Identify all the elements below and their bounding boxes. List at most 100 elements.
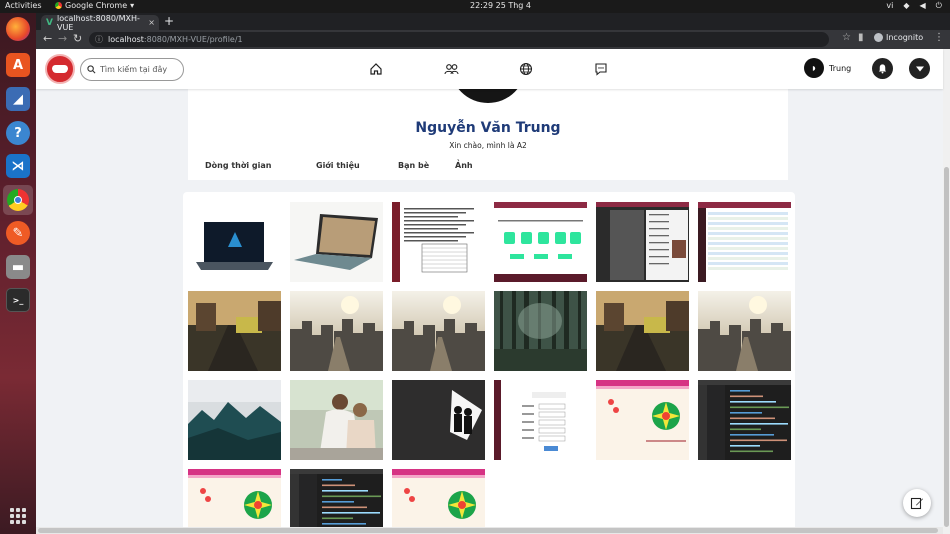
files-icon[interactable]: ▬ — [6, 255, 30, 279]
photo-thumbnail — [392, 291, 485, 371]
terminal-icon[interactable]: >_ — [6, 288, 30, 312]
gallery-photo[interactable] — [392, 380, 485, 460]
address-bar[interactable]: ⓘ localhost :8080/MXH-VUE/profile/1 — [89, 32, 829, 47]
messages-icon[interactable] — [592, 60, 610, 78]
clock[interactable]: 22:29 25 Thg 4 — [470, 1, 531, 10]
volume-icon[interactable]: ◀ — [920, 1, 926, 11]
gallery-photo[interactable] — [392, 291, 485, 371]
home-icon[interactable] — [367, 60, 385, 78]
vue-favicon-icon: V — [46, 17, 53, 28]
gallery-photo[interactable] — [392, 202, 485, 282]
profile-name: Nguyễn Văn Trung — [415, 120, 561, 136]
gallery-photo[interactable] — [290, 202, 383, 282]
browser-menu-icon[interactable]: ⋮ — [934, 32, 944, 43]
search-box[interactable] — [80, 58, 184, 81]
reload-icon[interactable]: ↻ — [73, 32, 82, 46]
wireshark-icon[interactable]: ◢ — [6, 87, 30, 111]
gallery-photo[interactable] — [188, 380, 281, 460]
photo-thumbnail — [188, 469, 281, 534]
edit-post-button[interactable] — [903, 489, 931, 517]
forward-arrow-icon[interactable]: → — [58, 32, 67, 46]
new-tab-button[interactable]: + — [164, 15, 174, 28]
info-icon[interactable]: ⓘ — [95, 34, 103, 45]
photo-gallery — [183, 192, 795, 534]
incognito-indicator[interactable]: Incognito — [874, 33, 923, 42]
hscroll-thumb[interactable] — [38, 528, 938, 533]
tab-friends[interactable]: Bạn bè — [398, 161, 455, 170]
photo-thumbnail — [596, 291, 689, 371]
postman-icon[interactable]: ✎ — [6, 221, 30, 245]
gallery-photo[interactable] — [188, 469, 281, 534]
gallery-photo[interactable] — [188, 291, 281, 371]
extension-icon[interactable]: ▮ — [858, 32, 864, 43]
app-menu-label: Google Chrome — [65, 1, 128, 10]
close-tab-icon[interactable]: × — [148, 18, 155, 27]
search-input[interactable] — [100, 65, 180, 74]
photo-thumbnail — [494, 380, 587, 460]
gallery-photo[interactable] — [290, 469, 383, 534]
gallery-photo[interactable] — [494, 202, 587, 282]
gallery-photo[interactable] — [596, 291, 689, 371]
gallery-photo[interactable] — [698, 380, 791, 460]
gallery-photo[interactable] — [392, 469, 485, 534]
tab-timeline[interactable]: Dòng thời gian — [205, 161, 316, 170]
system-tray[interactable]: vi ◆ ◀ ⏻ — [886, 1, 942, 11]
language-indicator[interactable]: vi — [886, 1, 893, 11]
gallery-photo[interactable] — [494, 380, 587, 460]
gallery-photo[interactable] — [290, 380, 383, 460]
profile-tabs: Dòng thời gian Giới thiệu Bạn bè Ảnh — [205, 161, 473, 170]
gallery-photo[interactable] — [596, 380, 689, 460]
photo-thumbnail — [290, 469, 383, 534]
tab-about[interactable]: Giới thiệu — [316, 161, 398, 170]
gallery-photo[interactable] — [698, 202, 791, 282]
horizontal-scrollbar[interactable] — [36, 527, 943, 534]
chrome-small-icon — [55, 2, 62, 9]
user-name: Trung — [829, 63, 852, 73]
profile-card: Nguyễn Văn Trung Xin chào, mình là A2 Dò… — [188, 49, 788, 180]
show-apps-icon[interactable] — [10, 508, 26, 524]
app-logo[interactable] — [45, 54, 75, 84]
tab-photos[interactable]: Ảnh — [455, 161, 473, 170]
edit-icon — [910, 497, 923, 510]
browser-tab-bar: V localhost:8080/MXH-VUE × + — [36, 13, 950, 32]
avatar: ◗ — [804, 58, 824, 78]
app-menu[interactable]: Google Chrome ▾ — [55, 1, 134, 10]
app-header: ◗ Trung — [36, 49, 943, 89]
friends-icon[interactable] — [442, 60, 460, 78]
vscode-icon[interactable]: ⋊ — [6, 154, 30, 178]
photo-thumbnail — [290, 291, 383, 371]
help-icon[interactable]: ? — [6, 121, 30, 145]
lips-icon — [52, 65, 68, 73]
caret-down-icon — [915, 66, 924, 71]
account-dropdown-button[interactable] — [909, 58, 930, 79]
gallery-photo[interactable] — [596, 202, 689, 282]
gallery-photo[interactable] — [698, 291, 791, 371]
vertical-scrollbar[interactable] — [943, 49, 950, 534]
photo-thumbnail — [494, 291, 587, 371]
software-center-icon[interactable]: A — [6, 53, 30, 77]
gallery-photo[interactable] — [494, 291, 587, 371]
chrome-icon[interactable] — [3, 185, 33, 215]
notifications-button[interactable] — [872, 58, 893, 79]
back-arrow-icon[interactable]: ← — [43, 32, 52, 46]
profile-bio: Xin chào, mình là A2 — [449, 141, 527, 150]
scrollbar-thumb[interactable] — [944, 167, 949, 527]
photo-thumbnail — [392, 202, 485, 282]
user-menu[interactable]: ◗ Trung — [804, 58, 851, 78]
photo-thumbnail — [698, 202, 791, 282]
network-icon[interactable]: ◆ — [903, 1, 909, 11]
activities-button[interactable]: Activities — [5, 1, 42, 10]
photo-thumbnail — [596, 202, 689, 282]
globe-icon[interactable] — [517, 60, 535, 78]
browser-tab[interactable]: V localhost:8080/MXH-VUE × — [41, 14, 159, 32]
search-icon — [87, 65, 96, 74]
photo-thumbnail — [698, 291, 791, 371]
firefox-icon[interactable] — [6, 17, 30, 41]
bell-icon — [878, 64, 887, 74]
photo-thumbnail — [698, 380, 791, 460]
gallery-photo[interactable] — [188, 202, 281, 282]
bookmark-star-icon[interactable]: ☆ — [842, 32, 851, 43]
page-viewport: ◗ Trung Nguyễn Văn Trung Xin chào, mình … — [36, 49, 950, 534]
power-icon[interactable]: ⏻ — [936, 1, 942, 11]
gallery-photo[interactable] — [290, 291, 383, 371]
